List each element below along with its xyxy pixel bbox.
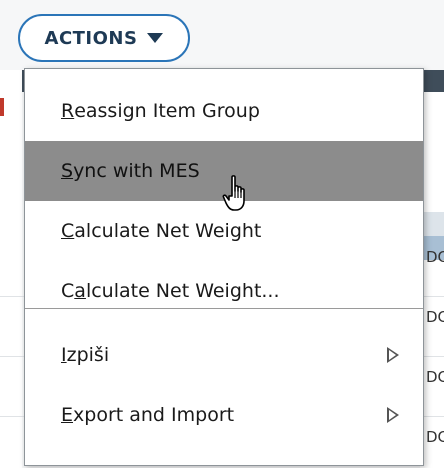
mnemonic: E [61,404,74,426]
hand-cursor-icon [222,175,245,211]
table-cell-fragment: DC [426,368,444,386]
actions-button-label: ACTIONS [44,27,138,49]
menu-separator [25,308,423,309]
menu-item-izpisi[interactable]: Izpiši [25,325,423,385]
menu-item-reassign-item-group[interactable]: Reassign Item Group [25,81,423,141]
submenu-arrow-icon [387,347,399,363]
table-cell-fragment: DC [426,248,444,266]
mnemonic: R [61,100,75,122]
menu-item-calculate-net-weight-dialog[interactable]: Ca lculate Net Weight... [25,261,423,321]
menu-item-export-and-import[interactable]: Export and Import [25,385,423,445]
mnemonic: a [74,280,86,302]
mnemonic: C [61,220,75,242]
actions-menu: Reassign Item Group Sync with MES Calcul… [24,68,424,466]
table-cell-fragment: DC [426,428,444,446]
mnemonic: S [61,160,74,182]
actions-button[interactable]: ACTIONS [18,14,190,62]
submenu-arrow-icon [387,407,399,423]
caret-down-icon [147,33,164,43]
table-cell-fragment: DC [426,308,444,326]
table-left-edge [0,70,22,468]
row-marker [0,98,4,116]
